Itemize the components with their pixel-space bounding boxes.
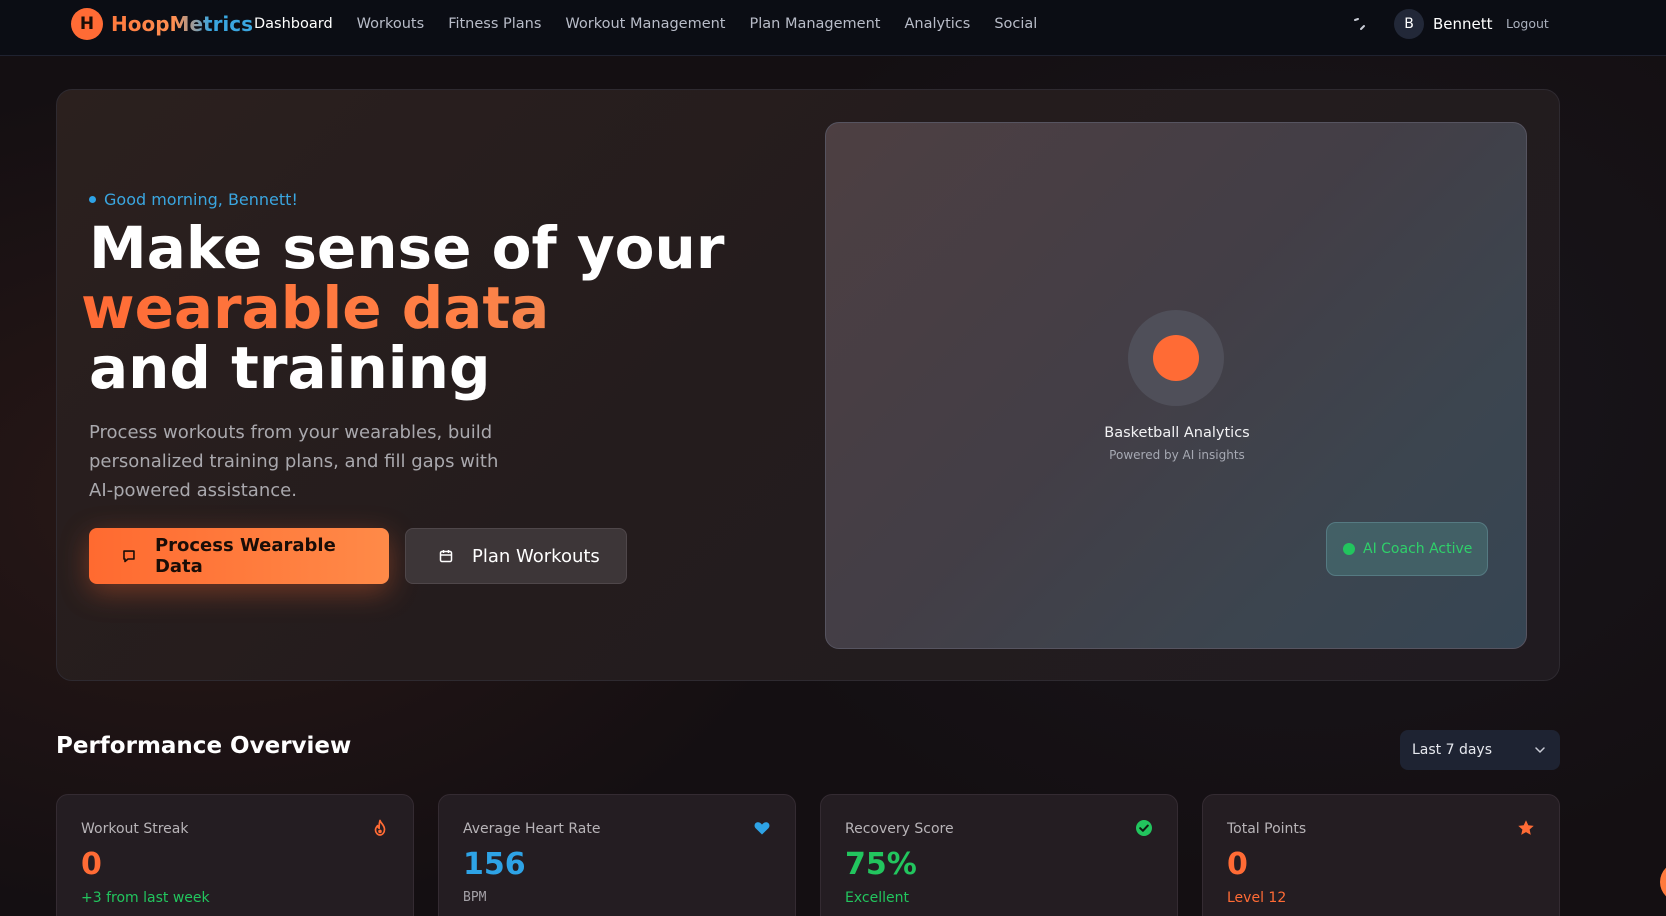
plan-workouts-button[interactable]: Plan Workouts [405, 528, 627, 584]
message-square-icon [123, 550, 135, 563]
headline-accent: wearable data [81, 278, 724, 338]
stat-subtext: BPM [463, 890, 487, 905]
nav-link-social[interactable]: Social [994, 16, 1037, 32]
stat-label: Total Points [1227, 821, 1307, 837]
basketball-core [1153, 335, 1199, 381]
stat-card-recovery-score: Recovery Score 75% Excellent [820, 794, 1178, 916]
ai-coach-status-badge: AI Coach Active [1326, 522, 1488, 576]
visual-subtitle: Powered by AI insights [1109, 448, 1245, 462]
hero-headline: Make sense of your wearable data and tra… [81, 214, 725, 402]
flame-icon [374, 819, 386, 836]
date-range-select[interactable]: Last 7 days [1400, 730, 1560, 770]
hero-description: Process workouts from your wearables, bu… [89, 422, 499, 501]
plan-workouts-label: Plan Workouts [472, 545, 600, 567]
stat-label: Workout Streak [81, 821, 189, 837]
top-navbar: H HoopMetrics Dashboard Workouts Fitness… [0, 0, 1666, 56]
chevron-down-icon [1535, 747, 1545, 753]
stat-subtext: Level 12 [1227, 890, 1287, 906]
stat-card-workout-streak: Workout Streak 0 +3 from last week [56, 794, 414, 916]
stat-subtext: Excellent [845, 890, 909, 906]
brand-logo[interactable]: H HoopMetrics [71, 8, 253, 40]
star-icon [1518, 820, 1534, 835]
nav-link-workout-management[interactable]: Workout Management [565, 16, 725, 32]
nav-links: Dashboard Workouts Fitness Plans Workout… [254, 0, 1061, 48]
greeting: Good morning, Bennett! [89, 190, 298, 209]
visual-title: Basketball Analytics [1104, 425, 1250, 441]
heart-icon [754, 822, 770, 835]
headline-line-3: and training [89, 334, 491, 402]
nav-link-analytics[interactable]: Analytics [904, 16, 970, 32]
calendar-icon [439, 550, 453, 563]
status-dot-icon [1343, 543, 1355, 555]
stat-value: 0 [1227, 847, 1248, 882]
user-avatar[interactable]: B [1394, 9, 1424, 39]
loading-spinner-icon[interactable] [1349, 14, 1369, 34]
stat-card-average-heart-rate: Average Heart Rate 156 BPM [438, 794, 796, 916]
stat-value: 0 [81, 847, 102, 882]
greeting-dot-icon [89, 196, 96, 203]
date-range-value: Last 7 days [1412, 742, 1493, 758]
logout-button[interactable]: Logout [1506, 16, 1549, 31]
nav-link-dashboard[interactable]: Dashboard [254, 16, 333, 32]
stat-card-total-points: Total Points 0 Level 12 [1202, 794, 1560, 916]
stat-value: 156 [463, 847, 526, 882]
headline-line-1: Make sense of your [89, 214, 725, 282]
greeting-text: Good morning, Bennett! [104, 190, 298, 209]
brand-mark-icon: H [71, 8, 103, 40]
nav-link-fitness-plans[interactable]: Fitness Plans [448, 16, 541, 32]
chat-launcher-button[interactable] [1660, 862, 1666, 902]
stat-subtext: +3 from last week [81, 890, 210, 906]
user-name: Bennett [1433, 15, 1493, 33]
stat-value: 75% [845, 847, 917, 882]
check-circle-icon [1136, 820, 1152, 836]
stat-label: Average Heart Rate [463, 821, 601, 837]
ai-coach-status-text: AI Coach Active [1363, 541, 1473, 557]
brand-name: HoopMetrics [111, 12, 254, 36]
basketball-pulse-icon [1128, 310, 1224, 406]
stat-label: Recovery Score [845, 821, 954, 837]
nav-link-workouts[interactable]: Workouts [357, 16, 425, 32]
nav-link-plan-management[interactable]: Plan Management [750, 16, 881, 32]
performance-overview-title: Performance Overview [56, 733, 352, 759]
hero-section: Good morning, Bennett! Make sense of you… [56, 89, 1560, 681]
process-wearable-data-label: Process Wearable Data [154, 535, 336, 577]
process-wearable-data-button[interactable]: Process Wearable Data [89, 528, 389, 584]
